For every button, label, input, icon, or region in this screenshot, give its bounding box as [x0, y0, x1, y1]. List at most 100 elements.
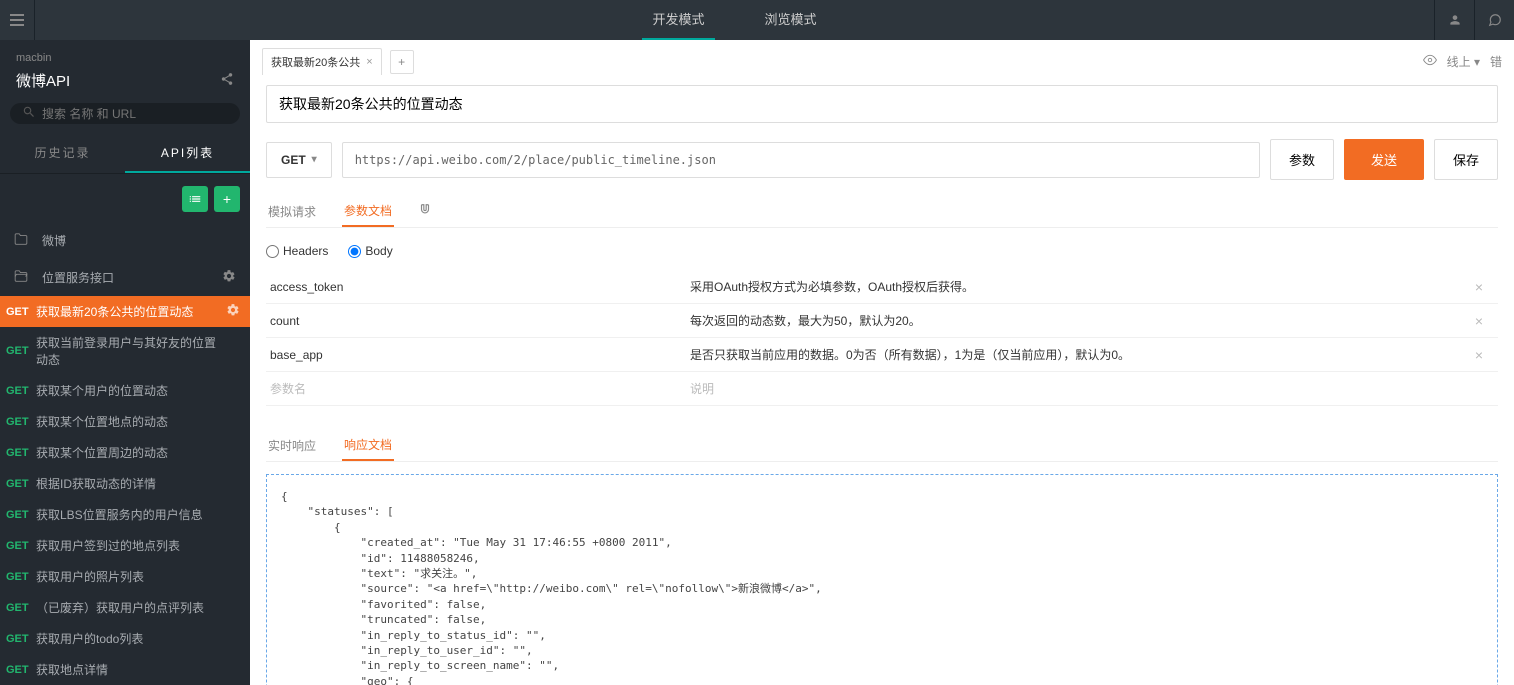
online-dropdown[interactable]: 线上 ▾: [1447, 53, 1480, 70]
method-badge: GET: [6, 540, 36, 552]
document-tab[interactable]: 获取最新20条公共 ×: [262, 48, 382, 75]
chevron-down-icon: ▾: [312, 154, 317, 165]
list-button[interactable]: [182, 186, 208, 212]
error-label: 错: [1490, 53, 1502, 70]
api-label: 获取用户签到过的地点列表: [36, 537, 226, 554]
param-name[interactable]: base_app: [270, 348, 690, 362]
param-row-new[interactable]: 参数名说明: [266, 372, 1498, 406]
menu-button[interactable]: [0, 0, 35, 40]
api-label: 获取用户的照片列表: [36, 568, 226, 585]
remove-icon[interactable]: ×: [1464, 279, 1494, 295]
api-label: 获取某个用户的位置动态: [36, 382, 226, 399]
api-item[interactable]: GET获取用户签到过的地点列表: [0, 530, 250, 561]
project-title: 微博API: [16, 70, 70, 91]
api-item[interactable]: GET根据ID获取动态的详情: [0, 468, 250, 499]
tab-label: 获取最新20条公共: [271, 54, 360, 70]
params-button[interactable]: 参数: [1270, 139, 1334, 180]
method-badge: GET: [6, 633, 36, 645]
api-item[interactable]: GET（已废弃）获取用户的点评列表: [0, 592, 250, 623]
tree-item-weibo[interactable]: 微博: [0, 222, 250, 259]
method-badge: GET: [6, 385, 36, 397]
tab-response-doc[interactable]: 响应文档: [342, 430, 394, 461]
eye-icon[interactable]: [1423, 53, 1437, 70]
method-badge: GET: [6, 345, 36, 357]
param-row: base_app是否只获取当前应用的数据。0为否（所有数据），1为是（仅当前应用…: [266, 338, 1498, 372]
title-input[interactable]: [266, 85, 1498, 123]
api-label: 获取地点详情: [36, 661, 226, 678]
user-icon[interactable]: [1434, 0, 1474, 40]
api-item[interactable]: GET获取用户的照片列表: [0, 561, 250, 592]
remove-icon[interactable]: ×: [1464, 347, 1494, 363]
magnet-icon[interactable]: [418, 203, 432, 220]
api-item[interactable]: GET获取某个位置周边的动态: [0, 437, 250, 468]
method-badge: GET: [6, 447, 36, 459]
api-label: 获取LBS位置服务内的用户信息: [36, 506, 226, 523]
method-badge: GET: [6, 416, 36, 428]
add-button[interactable]: +: [214, 186, 240, 212]
api-label: 获取某个位置周边的动态: [36, 444, 226, 461]
method-badge: GET: [6, 306, 36, 318]
api-label: 获取最新20条公共的位置动态: [36, 303, 226, 320]
search-input[interactable]: [42, 107, 228, 121]
tree-item-location[interactable]: 位置服务接口: [0, 259, 250, 296]
api-item[interactable]: GET获取某个用户的位置动态: [0, 375, 250, 406]
tree-label: 位置服务接口: [42, 269, 114, 286]
tab-history[interactable]: 历史记录: [0, 134, 125, 173]
response-json[interactable]: { "statuses": [ { "created_at": "Tue May…: [266, 474, 1498, 685]
gear-icon[interactable]: [222, 269, 236, 286]
api-label: 获取某个位置地点的动态: [36, 413, 226, 430]
url-input[interactable]: [342, 142, 1260, 178]
method-badge: GET: [6, 664, 36, 676]
param-row: count每次返回的动态数，最大为50，默认为20。×: [266, 304, 1498, 338]
tab-mock-request[interactable]: 模拟请求: [266, 197, 318, 226]
radio-headers[interactable]: Headers: [266, 244, 328, 258]
search-icon: [22, 105, 36, 122]
topbar: 开发模式 浏览模式: [0, 0, 1514, 40]
api-label: 获取用户的todo列表: [36, 630, 226, 647]
search-box[interactable]: [10, 103, 240, 124]
param-name-placeholder[interactable]: 参数名: [270, 380, 690, 397]
tab-realtime-response[interactable]: 实时响应: [266, 431, 318, 460]
method-badge: GET: [6, 602, 36, 614]
api-label: （已废弃）获取用户的点评列表: [36, 599, 226, 616]
tab-api-list[interactable]: API列表: [125, 134, 250, 173]
close-icon[interactable]: ×: [366, 56, 372, 68]
tab-dev-mode[interactable]: 开发模式: [642, 0, 714, 40]
api-item[interactable]: GET获取用户的todo列表: [0, 623, 250, 654]
param-desc[interactable]: 采用OAuth授权方式为必填参数，OAuth授权后获得。: [690, 278, 1464, 295]
method-badge: GET: [6, 509, 36, 521]
api-item[interactable]: GET获取地点详情: [0, 654, 250, 685]
remove-icon[interactable]: ×: [1464, 313, 1494, 329]
username-label: macbin: [16, 52, 234, 64]
param-name[interactable]: access_token: [270, 280, 690, 294]
sidebar: macbin 微博API 历史记录 API列表: [0, 40, 250, 685]
folder-icon: [14, 232, 32, 249]
param-row: access_token采用OAuth授权方式为必填参数，OAuth授权后获得。…: [266, 270, 1498, 304]
menu-icon: [10, 14, 24, 26]
param-desc[interactable]: 每次返回的动态数，最大为50，默认为20。: [690, 312, 1464, 329]
method-badge: GET: [6, 571, 36, 583]
chat-icon[interactable]: [1474, 0, 1514, 40]
method-badge: GET: [6, 478, 36, 490]
method-select[interactable]: GET ▾: [266, 142, 332, 178]
api-item[interactable]: GET获取LBS位置服务内的用户信息: [0, 499, 250, 530]
tab-browse-mode[interactable]: 浏览模式: [755, 0, 827, 40]
folder-open-icon: [14, 269, 32, 286]
api-label: 获取当前登录用户与其好友的位置动态: [36, 334, 226, 368]
send-button[interactable]: 发送: [1344, 139, 1424, 180]
radio-body[interactable]: Body: [348, 244, 392, 258]
content-area: 获取最新20条公共 × + 线上 ▾ 错 GET ▾: [250, 40, 1514, 685]
add-tab-button[interactable]: +: [390, 50, 414, 74]
api-label: 根据ID获取动态的详情: [36, 475, 226, 492]
save-button[interactable]: 保存: [1434, 139, 1498, 180]
param-desc[interactable]: 是否只获取当前应用的数据。0为否（所有数据），1为是（仅当前应用），默认为0。: [690, 346, 1464, 363]
api-item[interactable]: GET获取最新20条公共的位置动态: [0, 296, 250, 327]
param-desc-placeholder[interactable]: 说明: [690, 380, 1464, 397]
tree-label: 微博: [42, 232, 66, 249]
gear-icon[interactable]: [226, 303, 240, 320]
tab-params-doc[interactable]: 参数文档: [342, 196, 394, 227]
share-icon[interactable]: [220, 72, 234, 89]
api-item[interactable]: GET获取某个位置地点的动态: [0, 406, 250, 437]
param-name[interactable]: count: [270, 314, 690, 328]
api-item[interactable]: GET获取当前登录用户与其好友的位置动态: [0, 327, 250, 375]
